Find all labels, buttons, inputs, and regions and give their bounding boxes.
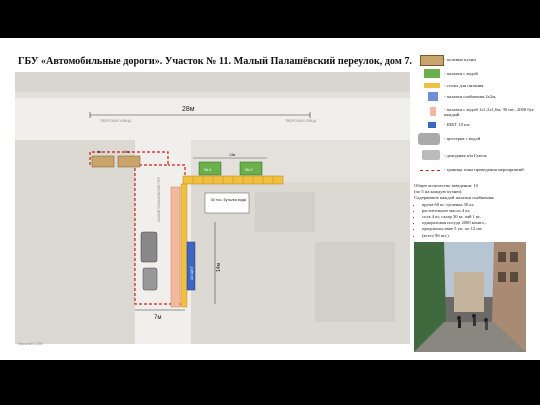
dim-small-label: 13м (229, 153, 236, 157)
truck-1-dim: 6м (97, 150, 102, 154)
food-truck-1 (91, 155, 115, 168)
stall-1-label: № 1 (204, 167, 212, 172)
shkt-label: 10 ШКТ (189, 265, 194, 280)
dim-top-label: 28м (182, 106, 195, 113)
street-label-right: ТВЕРСКАЯ УЛИЦА (285, 119, 317, 123)
gazelle-icon (422, 150, 440, 160)
slide-title: ГБУ «Автомобильные дороги». Участок № 11… (18, 56, 412, 67)
stall-2-label: № 2 (245, 167, 253, 172)
slide: ГБУ «Автомобильные дороги». Участок № 11… (0, 38, 540, 360)
food-truck-icon (420, 55, 444, 66)
scale-footer: Масштаб 1:200 (18, 342, 43, 346)
border-line-icon (420, 170, 440, 171)
street-photo (414, 242, 526, 352)
street-label-left: ТВЕРСКАЯ УЛИЦА (100, 119, 132, 123)
cistern (140, 231, 158, 263)
water-tents (170, 183, 188, 308)
water-label: 60 тыс. бутылок воды (211, 198, 247, 202)
water-tent-icon (430, 107, 436, 116)
dim-side-label: 14м (216, 262, 222, 272)
street-label-side: МАЛЫЙ ПАЛАШЕВСКИЙ ПЕР. (157, 177, 161, 222)
map-drawing: 28м ТВЕРСКАЯ УЛИЦА ТВЕРСКАЯ УЛИЦА 6м 6м … (15, 72, 410, 344)
shkt-icon (428, 122, 436, 128)
dim-bottom-label: 7м (154, 315, 161, 321)
page-number: 13 (519, 344, 525, 350)
site-map: 28м ТВЕРСКАЯ УЛИЦА ТВЕРСКАЯ УЛИЦА 6м 6м … (15, 72, 410, 344)
totals-info: Общее количество заведения: 10 (по 5 на … (414, 183, 536, 239)
shkt-block (186, 241, 196, 291)
tables-row (182, 175, 284, 185)
food-truck-2 (117, 155, 141, 168)
tent-icon (424, 69, 440, 78)
truck-2-dim: 6м (125, 150, 130, 154)
table-icon (424, 83, 440, 88)
gazelle (142, 267, 158, 291)
cistern-icon (418, 133, 440, 145)
supply-tent-icon (428, 92, 438, 101)
